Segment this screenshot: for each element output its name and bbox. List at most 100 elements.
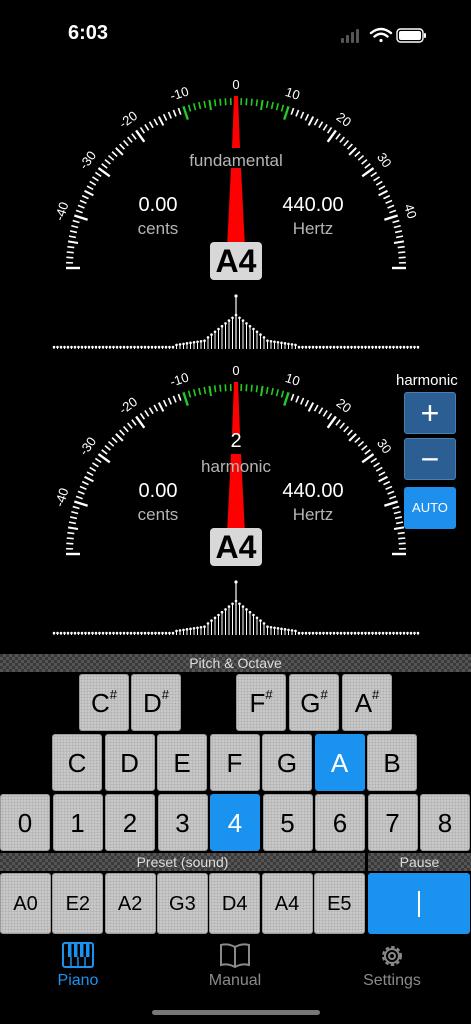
dial-tick [290, 393, 295, 401]
needle [232, 382, 240, 434]
spectrum-peak [115, 631, 119, 635]
key-label: 1 [70, 808, 85, 838]
dial-tick [153, 118, 159, 126]
spectrum-peak [157, 631, 161, 635]
dial-tick [79, 199, 87, 204]
octave-0[interactable]: 0 [0, 794, 50, 851]
spectrum-peak [112, 631, 115, 635]
preset-a0[interactable]: A0 [0, 873, 51, 934]
spectrum-peak [269, 339, 273, 343]
octave-6[interactable]: 6 [315, 794, 365, 851]
spectrum-peak [409, 345, 413, 349]
octave-3[interactable]: 3 [157, 794, 208, 851]
dial-tick [387, 204, 395, 209]
key-b[interactable]: B [367, 734, 417, 791]
octave-7[interactable]: 7 [367, 794, 418, 851]
spectrum-peak [378, 345, 381, 349]
pause-button[interactable] [368, 873, 470, 934]
dial-tick [208, 99, 212, 111]
octave-1[interactable]: 1 [52, 794, 103, 851]
spectrum-peak [374, 631, 378, 635]
spectrum-peak [406, 631, 409, 635]
spectrum-peak [266, 339, 269, 343]
preset-a4[interactable]: A4 [261, 873, 313, 934]
key-f[interactable]: F [209, 734, 260, 791]
spectrum-peak [87, 631, 91, 635]
tab-settings[interactable]: Settings [332, 938, 452, 990]
preset-g3[interactable]: G3 [156, 873, 208, 934]
dial-tick [393, 224, 401, 229]
harmonic-number: 2 [230, 430, 242, 452]
key-g[interactable]: G [262, 734, 312, 791]
spectrum-peak [336, 345, 339, 349]
dial-tick [92, 462, 99, 468]
battery-icon [396, 28, 426, 43]
spectrum-peak [122, 345, 126, 349]
octave-8[interactable]: 8 [420, 794, 470, 851]
tab-piano[interactable]: Piano [18, 938, 138, 990]
spectrum-peak [77, 631, 80, 635]
spectrum-peak [360, 345, 364, 349]
preset-a2[interactable]: A2 [104, 873, 156, 934]
key-f-sharp[interactable]: F# [236, 674, 286, 731]
preset-d4[interactable]: D4 [209, 873, 261, 934]
octave-2[interactable]: 2 [105, 794, 155, 851]
dial-tick [265, 100, 269, 109]
key-c[interactable]: C [52, 734, 102, 791]
octave-5[interactable]: 5 [262, 794, 313, 851]
spectrum-peak [224, 322, 227, 325]
harmonic-panel-title: harmonic [396, 372, 458, 389]
spectrum-peak [322, 631, 325, 635]
spectrum-peak [175, 343, 178, 347]
dial-tick [283, 391, 290, 407]
spectrum-peak [143, 631, 147, 635]
hertz-value: 440.00 [282, 194, 344, 216]
spectrum-peak [346, 345, 350, 349]
spectrum-peak [168, 631, 171, 635]
key-c-sharp[interactable]: C# [79, 674, 129, 731]
spectrum-peak [329, 631, 332, 635]
dial-tick [73, 500, 89, 507]
dial-tick [378, 475, 388, 483]
spectrum-peak [129, 345, 133, 349]
dial-tick [326, 412, 333, 420]
spectrum-peak [252, 613, 255, 617]
spectrum-peak [245, 608, 248, 611]
dial-tick [69, 516, 78, 520]
spectrum-peak [283, 342, 287, 345]
spectrum-peak [171, 345, 175, 349]
dial-tick [335, 133, 341, 140]
dial-tick [361, 159, 368, 165]
key-a-sharp[interactable]: A# [342, 674, 392, 731]
dial-tick [393, 510, 401, 515]
dial-tick [148, 121, 154, 129]
key-g-sharp[interactable]: G# [289, 674, 339, 731]
sharp-sign: # [161, 687, 169, 702]
dial-tick [392, 505, 400, 510]
spectrum-peak [280, 627, 283, 631]
preset-e2[interactable]: E2 [52, 873, 104, 934]
dial-tick [119, 143, 126, 150]
spectrum-peak [262, 622, 266, 625]
spectrum-peak [311, 631, 315, 635]
spectrum-peak [308, 345, 311, 349]
dial-tick [157, 116, 165, 126]
spectrum-peak [217, 613, 220, 617]
key-e[interactable]: E [157, 734, 207, 791]
harmonic-minus-button[interactable]: − [404, 438, 456, 480]
dial-tick [385, 485, 393, 490]
dial-tick [335, 419, 341, 426]
octave-4[interactable]: 4 [210, 794, 260, 851]
spectrum-peak [287, 342, 290, 346]
harmonic-plus-button[interactable]: + [404, 392, 456, 434]
spectrum-peak [199, 339, 203, 343]
preset-e5[interactable]: E5 [313, 873, 365, 934]
spectrum-peak [63, 631, 66, 635]
key-d-sharp[interactable]: D# [131, 674, 181, 731]
key-d[interactable]: D [104, 734, 155, 791]
spectrum-peak [308, 631, 311, 635]
harmonic-auto-button[interactable]: AUTO [404, 487, 456, 529]
spectrum-peak [217, 327, 220, 331]
tab-manual[interactable]: Manual [175, 938, 295, 990]
key-a[interactable]: A [314, 734, 365, 791]
